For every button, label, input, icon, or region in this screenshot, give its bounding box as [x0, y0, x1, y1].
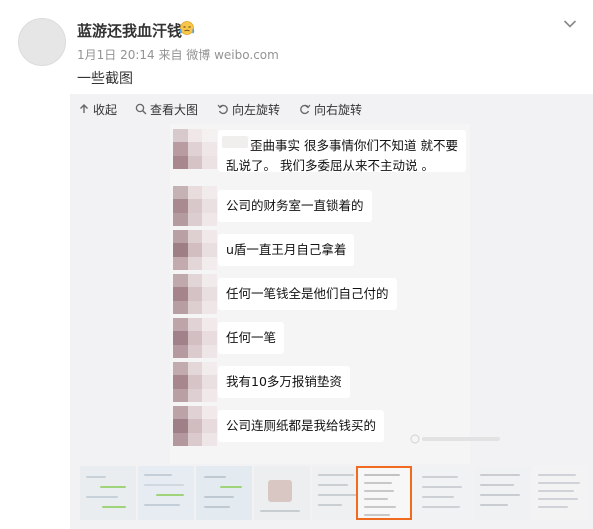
rotate-left-icon	[217, 104, 228, 115]
chat-screenshot[interactable]: 歪曲事实 很多事情你们不知道 就不要 乱说了。 我们多委屈从来不主动说 。 公司…	[170, 124, 470, 464]
message-text: 公司连厕纸都是我给钱买的	[226, 418, 377, 433]
view-large-button[interactable]: 查看大图	[135, 101, 198, 117]
post-text: 一些截图	[77, 71, 133, 87]
message-bubble: u盾一直王月自己拿着	[218, 234, 355, 266]
collapse-label: 收起	[93, 102, 118, 117]
message-bubble: 任何一笔钱全是他们自己付的	[218, 278, 397, 310]
pixelated-avatar	[173, 362, 217, 402]
crying-emoji-icon	[178, 20, 196, 36]
thumbnail-strip	[70, 464, 593, 523]
thumbnail[interactable]	[196, 466, 252, 520]
thumbnail-selected[interactable]	[356, 466, 412, 520]
message-bubble: 歪曲事实 很多事情你们不知道 就不要 乱说了。 我们多委屈从来不主动说 。	[218, 130, 466, 173]
avatar[interactable]	[18, 18, 66, 66]
magnifier-icon	[135, 103, 147, 115]
thumbnail[interactable]	[138, 466, 194, 520]
collapse-button[interactable]: 收起	[78, 101, 117, 117]
pixelated-avatar	[173, 186, 217, 226]
collapse-icon	[80, 104, 88, 113]
message-bubble: 任何一笔	[218, 322, 285, 354]
message-bubble: 我有10多万报销垫资	[218, 366, 350, 398]
pixelated-avatar	[173, 274, 217, 314]
rotate-left-label: 向左旋转	[232, 102, 281, 117]
thumbnail[interactable]	[416, 466, 472, 520]
pixelated-avatar	[173, 318, 217, 358]
message-text: 歪曲事实 很多事情你们不知道 就不要	[250, 138, 458, 153]
message-text: 乱说了。 我们多委屈从来不主动说 。	[226, 158, 434, 173]
post-username[interactable]: 蓝游还我血汗钱	[77, 20, 182, 41]
post-meta: 1月1日 20:14 来自 微博 weibo.com	[77, 48, 279, 62]
media-viewer: 收起 查看大图 向左旋转 向右旋转 歪曲事实 很多事情你们不知道 就不要 乱说了…	[70, 94, 593, 529]
thumbnail[interactable]	[80, 466, 136, 520]
pixelated-avatar	[173, 230, 217, 270]
pixelated-avatar	[173, 406, 217, 446]
blurred-name	[222, 136, 248, 148]
message-text: 任何一笔	[226, 330, 277, 345]
rotate-left-button[interactable]: 向左旋转	[217, 101, 280, 117]
view-large-label: 查看大图	[150, 102, 199, 117]
rotate-right-label: 向右旋转	[314, 102, 363, 117]
message-text: 公司的财务室一直锁着的	[226, 198, 364, 213]
weibo-watermark	[410, 434, 502, 447]
rotate-right-button[interactable]: 向右旋转	[299, 101, 362, 117]
message-text: 任何一笔钱全是他们自己付的	[226, 286, 389, 301]
message-bubble: 公司的财务室一直锁着的	[218, 190, 372, 222]
message-text: 我有10多万报销垫资	[226, 374, 342, 389]
pixelated-avatar	[173, 129, 217, 169]
thumbnail[interactable]	[474, 466, 530, 520]
rotate-right-icon	[300, 104, 311, 115]
thumbnail[interactable]	[532, 466, 588, 520]
media-toolbar: 收起 查看大图 向左旋转 向右旋转	[70, 94, 593, 124]
thumbnail[interactable]	[254, 466, 310, 520]
message-text: u盾一直王月自己拿着	[226, 242, 347, 257]
chevron-down-icon[interactable]	[563, 14, 577, 28]
message-bubble: 公司连厕纸都是我给钱买的	[218, 410, 385, 442]
